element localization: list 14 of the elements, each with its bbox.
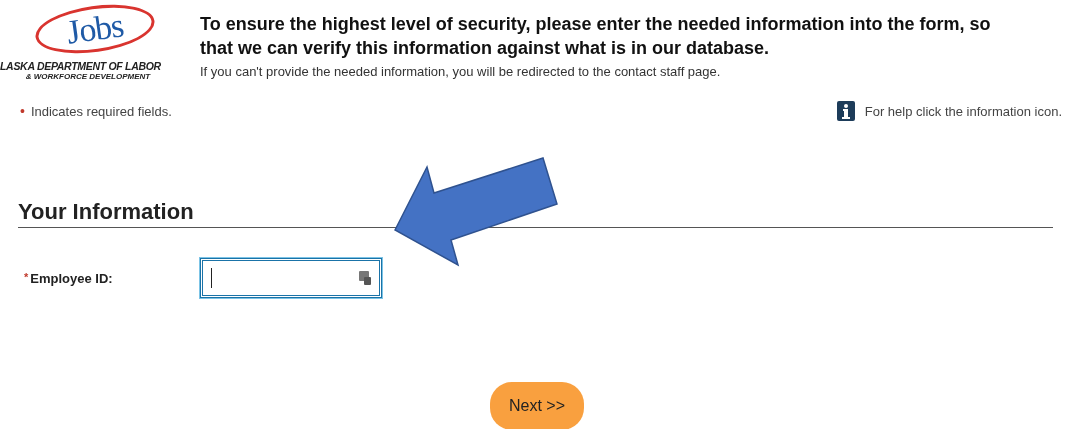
intro-heading: To ensure the highest level of security, please enter the needed information into the form, so that we can verify this information against what is in our database. (200, 13, 992, 60)
keypad-icon (359, 271, 371, 285)
info-icon[interactable] (836, 101, 855, 121)
help-note: For help click the information icon. (864, 103, 1062, 119)
field-label: *Employee ID: (24, 270, 114, 286)
section-title: Your Information (18, 199, 194, 224)
next-button[interactable]: Next >> (490, 382, 584, 429)
input-field[interactable] (200, 258, 382, 298)
required-mark: * (24, 270, 29, 285)
agency-name: LASKA DEPARTMENT OF LABOR (0, 60, 161, 72)
agency-division: & WORKFORCE DEVELOPMENT (25, 72, 151, 81)
required-bullet: • (20, 103, 25, 119)
intro-note: If you can't provide the needed information, you will be redirected to the contact staff page. (200, 64, 722, 79)
required-note: Indicates required fields. (30, 103, 172, 119)
